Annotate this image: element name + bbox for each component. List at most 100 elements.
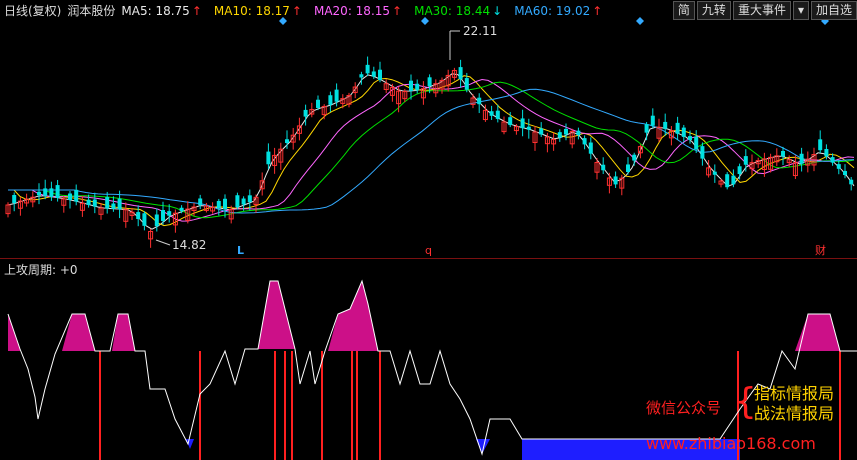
arrow-up-icon: ↑ bbox=[592, 4, 603, 18]
candle-body bbox=[564, 128, 568, 135]
candle-body bbox=[303, 109, 308, 117]
candle-body bbox=[601, 164, 606, 171]
event-marker-q: q bbox=[425, 244, 432, 257]
candle-body bbox=[495, 110, 500, 119]
candle-body bbox=[55, 185, 60, 198]
candle-body bbox=[582, 138, 587, 145]
wechat-label: 微信公众号 bbox=[646, 399, 722, 417]
candle-body bbox=[477, 97, 482, 105]
ma-legend-text: MA30: 18.44 bbox=[414, 4, 491, 18]
candle-body bbox=[241, 198, 246, 205]
candle-body bbox=[626, 164, 630, 172]
major-events-button[interactable]: 重大事件 bbox=[732, 1, 791, 20]
arrow-up-icon: ↑ bbox=[291, 4, 302, 18]
candle-body bbox=[781, 151, 785, 157]
candle-body bbox=[824, 148, 829, 157]
candle-body bbox=[464, 78, 469, 90]
watermark-url: www.zhibiao168.com bbox=[646, 434, 816, 453]
candle-body bbox=[235, 195, 240, 208]
candle-body bbox=[725, 174, 730, 188]
candle-body bbox=[539, 128, 544, 135]
major-events-label: 重大事件 bbox=[737, 3, 786, 17]
candle-body bbox=[650, 115, 655, 126]
low-price-label: 14.82 bbox=[172, 238, 206, 252]
period-label: 日线(复权) bbox=[4, 4, 62, 18]
candle-body bbox=[86, 199, 91, 205]
candle-body bbox=[409, 80, 413, 91]
candle-body bbox=[799, 153, 804, 164]
ma-line bbox=[8, 88, 855, 214]
candle-body bbox=[179, 207, 184, 212]
candle-body bbox=[37, 191, 41, 196]
candle-body bbox=[830, 157, 835, 163]
candle-body bbox=[489, 111, 494, 116]
candle-body bbox=[198, 198, 203, 206]
chart-toolbar: 简 九转 重大事件 ▾ 加自选 bbox=[672, 1, 857, 20]
candle-body bbox=[526, 126, 531, 130]
diamond-marker-icon bbox=[636, 17, 644, 25]
price-chart-panel[interactable]: 22.11 14.82 Lq 财 日线(复权) 润本股份 MA5: 18.75 ↑ MA10:… bbox=[0, 0, 857, 258]
candle-body bbox=[92, 199, 97, 207]
ma-legend-text: MA5: 18.75 bbox=[121, 4, 190, 18]
indicator-chart[interactable] bbox=[0, 259, 857, 460]
candle-body bbox=[49, 188, 54, 197]
magenta-zone bbox=[795, 314, 840, 351]
candle-body bbox=[334, 89, 339, 102]
blue-zone bbox=[186, 439, 194, 449]
ma-legend-item: MA60: 19.02 ↑ bbox=[514, 4, 608, 18]
ma-legend-item: MA20: 18.15 ↑ bbox=[314, 4, 408, 18]
candle-body bbox=[576, 130, 581, 136]
candle-body bbox=[743, 156, 748, 165]
candle-body bbox=[694, 136, 699, 150]
candle-body bbox=[415, 83, 420, 91]
simple-button[interactable]: 简 bbox=[672, 1, 695, 20]
watermark-names: 指标情报局 战法情报局 bbox=[754, 384, 834, 424]
candle-body bbox=[285, 139, 289, 143]
candle-body bbox=[632, 154, 637, 161]
ma-legend-text: MA10: 18.17 bbox=[213, 4, 290, 18]
ma-legend-item: MA5: 18.75 ↑ bbox=[121, 4, 207, 18]
candle-body bbox=[359, 74, 364, 78]
candle-body bbox=[223, 198, 227, 210]
candle-body bbox=[167, 211, 172, 216]
candle-body bbox=[712, 171, 717, 175]
candle-body bbox=[737, 166, 742, 174]
watermark-line-1: 指标情报局 bbox=[754, 384, 835, 403]
nine-turn-button[interactable]: 九转 bbox=[696, 1, 731, 20]
add-watchlist-button[interactable]: 加自选 bbox=[810, 1, 857, 20]
candle-body bbox=[675, 122, 680, 134]
candle-body bbox=[365, 64, 370, 74]
candlestick-chart[interactable]: 22.11 14.82 Lq 财 bbox=[0, 0, 857, 258]
oscillator-line bbox=[7, 279, 857, 456]
candle-body bbox=[111, 203, 116, 209]
ma-legend-text: MA20: 18.15 bbox=[313, 4, 391, 18]
indicator-panel[interactable]: 上攻周期: +0 bbox=[0, 259, 857, 460]
candle-body bbox=[644, 124, 649, 133]
ma-line bbox=[8, 81, 855, 219]
candle-body bbox=[378, 69, 382, 80]
candle-body bbox=[12, 194, 17, 204]
arrow-up-icon: ↑ bbox=[191, 4, 202, 18]
candle-body bbox=[700, 146, 705, 159]
candle-body bbox=[843, 170, 847, 175]
candle-body bbox=[371, 71, 376, 77]
candle-body bbox=[161, 210, 165, 221]
candle-body bbox=[136, 212, 141, 220]
dropdown-arrow-icon[interactable]: ▾ bbox=[792, 1, 809, 20]
ma-legend-item: MA10: 18.17 ↑ bbox=[214, 4, 308, 18]
candle-body bbox=[688, 136, 692, 140]
candle-body bbox=[247, 195, 252, 203]
ma-line bbox=[8, 75, 855, 227]
candle-body bbox=[43, 188, 48, 196]
candle-body bbox=[520, 118, 525, 129]
candle-body bbox=[458, 67, 463, 80]
candle-body bbox=[663, 121, 668, 129]
candle-body bbox=[557, 132, 562, 138]
high-price-label: 22.11 bbox=[463, 24, 497, 38]
arrow-down-icon: ↓ bbox=[492, 4, 503, 18]
ma-legend: 日线(复权) 润本股份 MA5: 18.75 ↑ MA10: 18.17 ↑ MA20: 1… bbox=[4, 2, 620, 19]
arrow-up-icon: ↑ bbox=[392, 4, 403, 18]
candle-body bbox=[266, 151, 271, 165]
candle-body bbox=[818, 139, 823, 151]
candle-body bbox=[328, 95, 333, 105]
